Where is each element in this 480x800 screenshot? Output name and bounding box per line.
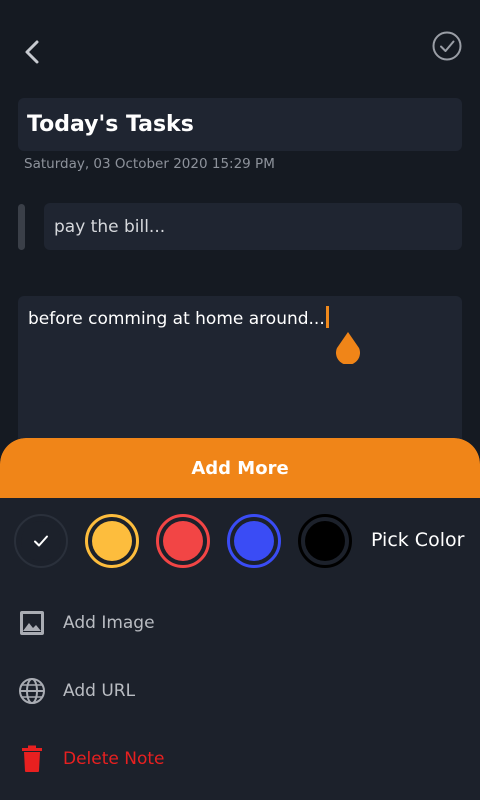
color-swatch-red[interactable]: [156, 514, 210, 568]
save-note-button[interactable]: [430, 29, 464, 63]
delete-note-button[interactable]: Delete Note: [0, 735, 480, 783]
pick-color-button[interactable]: Pick Color: [371, 529, 464, 551]
note-datetime: Saturday, 03 October 2020 15:29 PM: [24, 156, 275, 172]
note-body-input[interactable]: before comming at home around...: [18, 296, 462, 456]
caret-handle-icon[interactable]: [332, 330, 364, 364]
color-swatch-black[interactable]: [298, 514, 352, 568]
back-button[interactable]: [18, 36, 46, 68]
color-picker-row: Pick Color: [0, 512, 480, 568]
add-url-label: Add URL: [63, 681, 136, 701]
color-swatch-yellow[interactable]: [85, 514, 139, 568]
color-swatch-blue[interactable]: [227, 514, 281, 568]
delete-note-label: Delete Note: [63, 749, 165, 769]
image-icon: [17, 608, 47, 638]
chevron-left-icon: [25, 40, 39, 64]
check-circle-icon: [432, 31, 462, 61]
add-url-button[interactable]: Add URL: [0, 667, 480, 715]
note-body-text: before comming at home around...: [28, 309, 325, 329]
add-image-button[interactable]: Add Image: [0, 599, 480, 647]
subtitle-indicator: [18, 204, 25, 250]
add-more-sheet: Add More Pick Color Add Image Add URL De…: [0, 438, 480, 800]
check-icon: [34, 535, 48, 547]
add-image-label: Add Image: [63, 613, 155, 633]
globe-icon: [17, 676, 47, 706]
add-more-button[interactable]: Add More: [0, 438, 480, 498]
text-caret: [325, 306, 329, 328]
note-subtitle-input[interactable]: pay the bill...: [44, 203, 462, 250]
color-swatch-default[interactable]: [14, 514, 68, 568]
trash-icon: [17, 744, 47, 774]
note-title-input[interactable]: Today's Tasks: [18, 98, 462, 151]
